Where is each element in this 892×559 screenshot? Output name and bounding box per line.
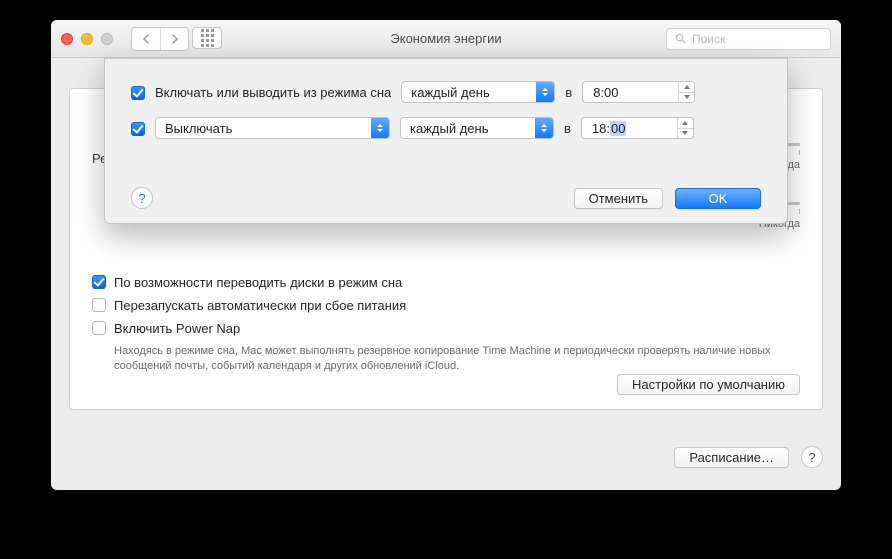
forward-button[interactable] [160, 28, 188, 50]
startup-checkbox[interactable] [131, 86, 145, 100]
shutdown-action-select[interactable]: Выключать [155, 117, 390, 139]
checkbox-icon[interactable] [92, 298, 106, 312]
stepper-down-icon[interactable] [678, 128, 693, 139]
close-icon[interactable] [61, 33, 73, 45]
button-label: Расписание… [689, 450, 774, 465]
footer-row: Расписание… ? [674, 446, 823, 468]
select-value: каждый день [401, 121, 497, 136]
shutdown-checkbox[interactable] [131, 122, 145, 136]
help-button[interactable]: ? [801, 446, 823, 468]
search-input[interactable]: Поиск [666, 28, 831, 50]
stepper-up-icon[interactable] [678, 118, 693, 128]
help-icon: ? [138, 191, 145, 206]
show-all-button[interactable] [192, 27, 222, 49]
button-label: OK [709, 191, 728, 206]
check-sleep-disks[interactable]: По возможности переводить диски в режим … [92, 274, 800, 292]
time-value: 18:00 [582, 121, 677, 136]
check-power-nap[interactable]: Включить Power Nap [92, 320, 800, 338]
startup-frequency-select[interactable]: каждый день [401, 81, 555, 103]
sheet-help-button[interactable]: ? [131, 187, 153, 209]
button-label: Настройки по умолчанию [632, 377, 785, 392]
checkbox-label: Перезапускать автоматически при сбое пит… [114, 297, 406, 315]
time-stepper[interactable] [678, 82, 694, 102]
schedule-sheet: Включать или выводить из режима сна кажд… [104, 58, 788, 224]
checkbox-icon[interactable] [92, 275, 106, 289]
ok-button[interactable]: OK [675, 188, 761, 209]
checkbox-label: Включить Power Nap [114, 320, 240, 338]
checkbox-icon[interactable] [92, 321, 106, 335]
restore-defaults-button[interactable]: Настройки по умолчанию [617, 374, 800, 395]
help-icon: ? [808, 450, 815, 465]
startup-time-field[interactable]: 8:00 [582, 81, 695, 103]
back-button[interactable] [132, 28, 160, 50]
minimize-icon[interactable] [81, 33, 93, 45]
nav-back-forward [131, 27, 189, 51]
checkbox-label: По возможности переводить диски в режим … [114, 274, 402, 292]
schedule-button[interactable]: Расписание… [674, 447, 789, 468]
search-placeholder: Поиск [692, 32, 725, 46]
chevron-up-down-icon [535, 118, 553, 138]
chevron-up-down-icon [371, 118, 389, 138]
select-value: каждый день [402, 85, 498, 100]
titlebar: Экономия энергии Поиск [51, 20, 841, 58]
sheet-actions: Отменить OK [574, 188, 761, 209]
schedule-row-startup: Включать или выводить из режима сна кажд… [131, 81, 761, 103]
select-value: Выключать [156, 121, 241, 136]
preferences-window: Экономия энергии Поиск Ре Никогда Никогд… [51, 20, 841, 490]
cancel-button[interactable]: Отменить [574, 188, 663, 209]
at-label: в [565, 85, 572, 100]
search-icon [675, 33, 686, 44]
stepper-down-icon[interactable] [679, 92, 694, 103]
power-nap-description: Находясь в режиме сна, Mac может выполня… [114, 344, 800, 375]
shutdown-time-field[interactable]: 18:00 [581, 117, 694, 139]
button-label: Отменить [589, 191, 648, 206]
shutdown-frequency-select[interactable]: каждый день [400, 117, 554, 139]
schedule-row-shutdown: Выключать каждый день в 18:00 [131, 117, 761, 139]
window-controls [61, 33, 113, 45]
zoom-icon [101, 33, 113, 45]
checkbox-list: По возможности переводить диски в режим … [92, 274, 800, 374]
check-restart-power-failure[interactable]: Перезапускать автоматически при сбое пит… [92, 297, 800, 315]
at-label: в [564, 121, 571, 136]
startup-label: Включать или выводить из режима сна [155, 85, 391, 100]
chevron-up-down-icon [536, 82, 554, 102]
time-value: 8:00 [583, 85, 678, 100]
stepper-up-icon[interactable] [679, 82, 694, 92]
grid-icon [201, 29, 214, 47]
time-stepper[interactable] [677, 118, 693, 138]
